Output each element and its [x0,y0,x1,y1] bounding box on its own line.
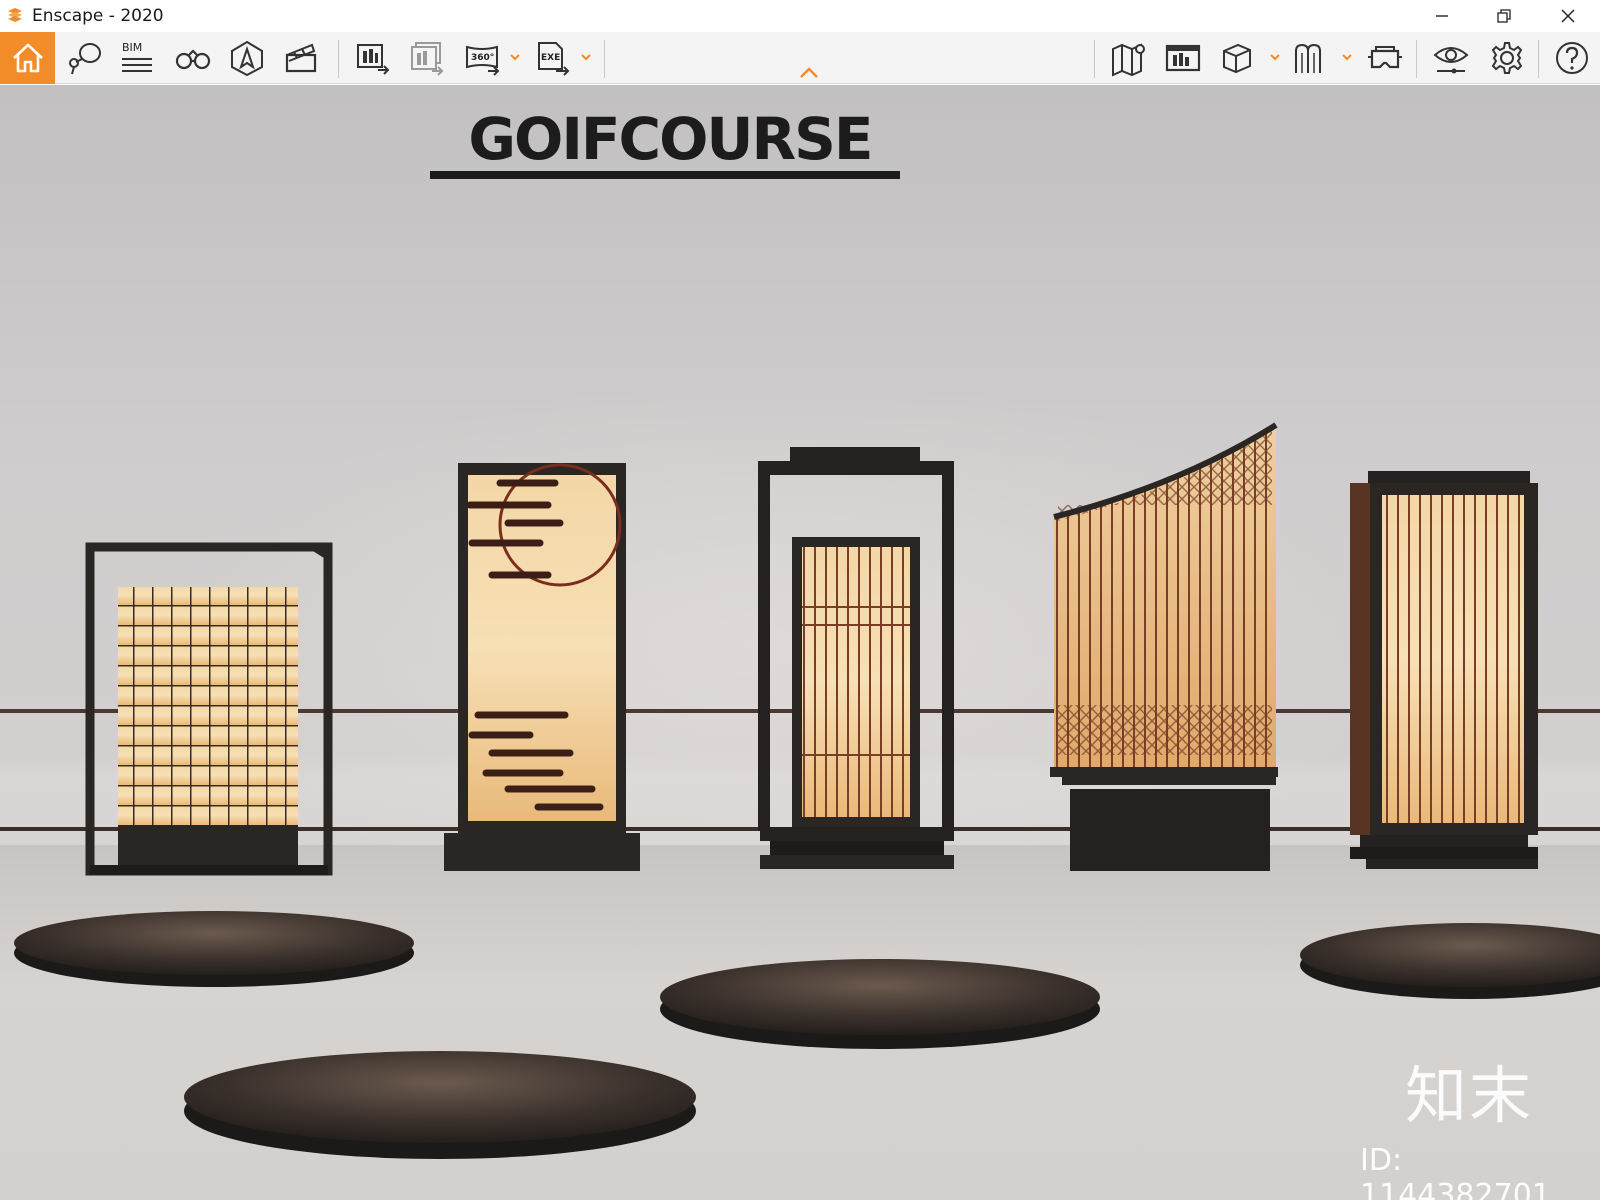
wall-sign-text: GOIFCOURSE [468,105,873,173]
location-pin-icon [69,43,101,75]
home-icon [12,43,43,73]
window-title: Enscape - 2020 [32,6,164,26]
help-button[interactable] [1550,36,1594,80]
chevron-down-icon [510,54,520,61]
watermark-logo: 知末 [1405,1059,1534,1132]
asset-library-button[interactable] [1214,36,1260,80]
floor-stepping-stones [14,911,1600,1159]
chevron-down-icon [581,54,591,61]
close-icon [1561,9,1575,23]
scene-render [0,422,1600,1159]
restore-button[interactable] [1480,0,1528,32]
close-button[interactable] [1544,0,1592,32]
panorama-360-icon: 360° [466,45,500,76]
binoculars-icon [175,49,211,70]
toolbar-separator [338,40,339,78]
material-library-dropdown[interactable] [1340,50,1354,64]
toolbar-separator [604,40,605,78]
visual-settings-button[interactable] [1428,36,1474,80]
web-standalone-icon [1165,44,1201,72]
watermark-id: ID: 1144382701 [1360,1143,1551,1200]
video-editor-button[interactable] [278,36,324,80]
vr-headset-icon [1368,46,1402,69]
render-viewport[interactable]: GOIFCOURSE 知末 ID: 1144382701 [0,85,1600,1200]
compass-icon [231,40,263,77]
title-bar: Enscape - 2020 [0,0,1600,32]
chevron-down-icon [1270,54,1280,61]
settings-gear-icon [1491,42,1523,74]
lantern-curved [1050,422,1278,871]
lantern-grid [85,542,333,876]
restore-icon [1497,9,1511,23]
visual-settings-icon [1433,47,1469,74]
exe-export-dropdown[interactable] [579,50,593,64]
chevron-down-icon [1342,54,1352,61]
map-icon [1112,43,1145,77]
asset-library-dropdown[interactable] [1268,50,1282,64]
cube-asset-icon [1223,43,1251,74]
exe-export-button[interactable]: EXE [530,36,576,80]
batch-render-icon [411,42,444,76]
minimize-icon [1436,15,1448,17]
screenshot-export-icon [357,44,390,75]
material-library-icon [1295,43,1321,73]
enscape-logo-icon [6,7,24,25]
web-standalone-button[interactable] [1160,36,1206,80]
home-button[interactable] [0,32,55,84]
walk-mode-button[interactable] [170,36,216,80]
main-toolbar: BIM 360° EXE [0,32,1600,84]
screenshot-button[interactable] [350,36,396,80]
lantern-slat [1350,471,1538,869]
minimize-button[interactable] [1418,0,1466,32]
toolbar-separator [1416,40,1417,78]
vr-headset-button[interactable] [1362,36,1408,80]
bim-icon: BIM [122,41,152,72]
collapse-toolbar-button[interactable] [798,66,820,80]
lantern-frame [758,447,954,869]
batch-render-button[interactable] [404,36,450,80]
lantern-wave [444,463,640,871]
wall-sign-underline [430,171,900,179]
orientation-button[interactable] [224,36,270,80]
svg-text:EXE: EXE [541,53,560,63]
toolbar-separator [1538,40,1539,78]
clapperboard-icon [285,43,317,73]
material-library-button[interactable] [1288,36,1334,80]
map-button[interactable] [1106,36,1152,80]
bim-button[interactable]: BIM [114,36,160,80]
svg-text:BIM: BIM [122,41,142,54]
views-button[interactable] [60,36,106,80]
svg-text:360°: 360° [471,53,494,63]
toolbar-separator [1094,40,1095,78]
help-icon [1556,42,1588,74]
panorama-dropdown[interactable] [508,50,522,64]
panorama-button[interactable]: 360° [460,36,506,80]
settings-button[interactable] [1484,36,1530,80]
exe-export-icon: EXE [538,42,570,76]
chevron-up-icon [800,67,818,78]
